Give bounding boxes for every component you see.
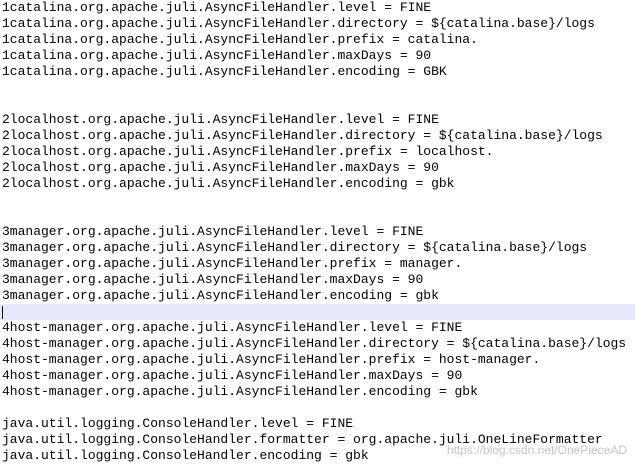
editor-line[interactable]: 4host-manager.org.apache.juli.AsyncFileH… bbox=[2, 352, 540, 368]
current-line-highlight[interactable] bbox=[0, 304, 635, 320]
editor-line[interactable]: 4host-manager.org.apache.juli.AsyncFileH… bbox=[2, 368, 462, 384]
editor-line[interactable]: 2localhost.org.apache.juli.AsyncFileHand… bbox=[2, 160, 439, 176]
text-editor-area[interactable]: 1catalina.org.apache.juli.AsyncFileHandl… bbox=[0, 0, 635, 467]
editor-line[interactable]: 2localhost.org.apache.juli.AsyncFileHand… bbox=[2, 112, 439, 128]
editor-line[interactable]: 1catalina.org.apache.juli.AsyncFileHandl… bbox=[2, 32, 478, 48]
editor-line[interactable]: java.util.logging.ConsoleHandler.encodin… bbox=[2, 448, 369, 464]
editor-line[interactable]: 1catalina.org.apache.juli.AsyncFileHandl… bbox=[2, 0, 431, 16]
watermark-text: https://blog.csdn.net/OnePieceAD bbox=[446, 443, 627, 457]
editor-line[interactable]: 3manager.org.apache.juli.AsyncFileHandle… bbox=[2, 240, 587, 256]
editor-line[interactable]: 3manager.org.apache.juli.AsyncFileHandle… bbox=[2, 272, 423, 288]
editor-line[interactable]: 2localhost.org.apache.juli.AsyncFileHand… bbox=[2, 144, 493, 160]
editor-line[interactable]: 1catalina.org.apache.juli.AsyncFileHandl… bbox=[2, 16, 595, 32]
editor-line[interactable]: 4host-manager.org.apache.juli.AsyncFileH… bbox=[2, 384, 478, 400]
editor-line[interactable]: 2localhost.org.apache.juli.AsyncFileHand… bbox=[2, 128, 603, 144]
editor-line[interactable]: 4host-manager.org.apache.juli.AsyncFileH… bbox=[2, 336, 626, 352]
editor-line[interactable]: 1catalina.org.apache.juli.AsyncFileHandl… bbox=[2, 48, 431, 64]
editor-line[interactable]: 3manager.org.apache.juli.AsyncFileHandle… bbox=[2, 288, 439, 304]
text-caret bbox=[2, 306, 3, 319]
editor-line[interactable]: 3manager.org.apache.juli.AsyncFileHandle… bbox=[2, 256, 462, 272]
editor-line[interactable]: 3manager.org.apache.juli.AsyncFileHandle… bbox=[2, 224, 423, 240]
editor-line[interactable]: 1catalina.org.apache.juli.AsyncFileHandl… bbox=[2, 64, 447, 80]
editor-line[interactable]: java.util.logging.ConsoleHandler.level =… bbox=[2, 416, 353, 432]
editor-line[interactable]: 2localhost.org.apache.juli.AsyncFileHand… bbox=[2, 176, 454, 192]
editor-line[interactable]: 4host-manager.org.apache.juli.AsyncFileH… bbox=[2, 320, 462, 336]
